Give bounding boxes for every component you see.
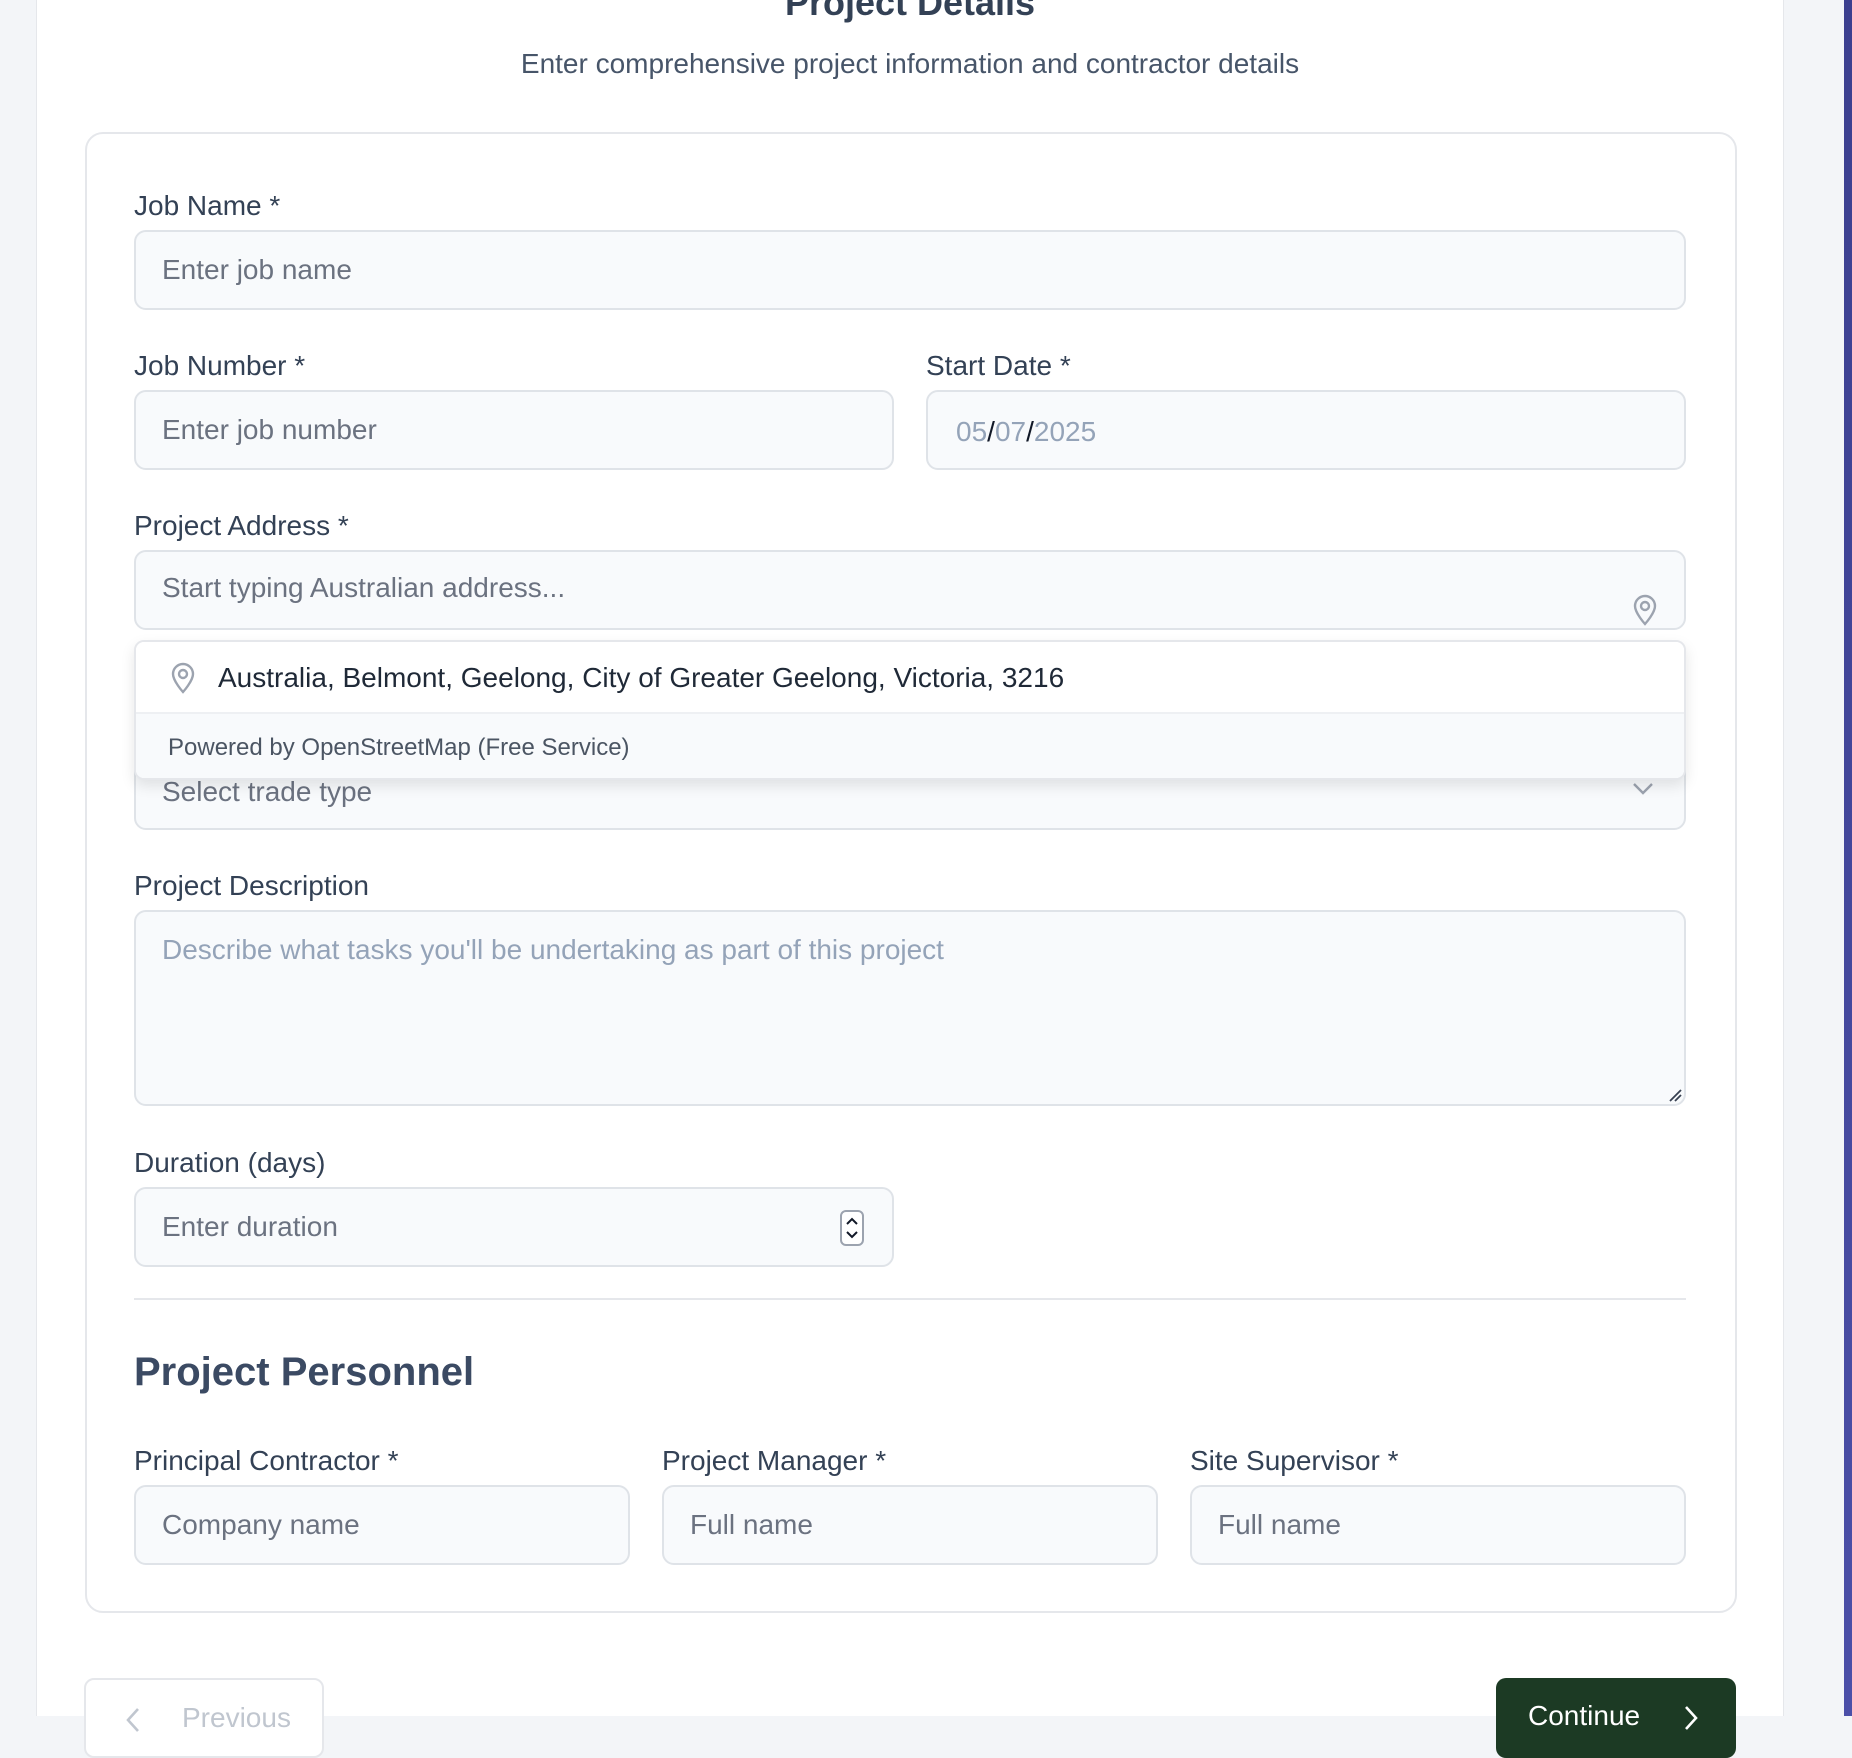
site-supervisor-label: Site Supervisor * <box>1190 1445 1399 1476</box>
continue-button[interactable]: Continue <box>1496 1678 1736 1758</box>
date-day: 05 <box>956 416 988 447</box>
job-number-label: Job Number * <box>134 350 306 381</box>
stepper-arrows-icon <box>846 1217 858 1239</box>
chevron-down-icon <box>1633 783 1653 795</box>
personnel-section-title: Project Personnel <box>134 1350 475 1394</box>
date-separator: / <box>987 416 995 447</box>
job-number-input[interactable] <box>134 390 894 470</box>
address-suggestion-text: Australia, Belmont, Geelong, City of Gre… <box>218 662 1065 693</box>
principal-contractor-input[interactable] <box>134 1485 630 1565</box>
start-date-label: Start Date * <box>926 350 1071 381</box>
osm-attribution: Powered by OpenStreetMap (Free Service) <box>168 734 630 761</box>
map-pin-icon <box>171 662 195 694</box>
window-edge-accent <box>1844 0 1852 1716</box>
project-description-textarea[interactable] <box>134 910 1686 1106</box>
project-manager-input[interactable] <box>662 1485 1158 1565</box>
previous-button[interactable]: Previous <box>84 1678 324 1758</box>
address-suggestions-dropdown: Australia, Belmont, Geelong, City of Gre… <box>134 640 1686 780</box>
address-suggestion-item[interactable]: Australia, Belmont, Geelong, City of Gre… <box>136 642 1684 714</box>
previous-button-label: Previous <box>182 1702 291 1733</box>
site-supervisor-input[interactable] <box>1190 1485 1686 1565</box>
page-title: Project Details <box>784 0 1036 23</box>
project-manager-label: Project Manager * <box>662 1445 887 1476</box>
job-name-input[interactable] <box>134 230 1686 310</box>
map-pin-icon <box>1633 594 1657 626</box>
project-description-label: Project Description <box>134 870 369 901</box>
chevron-right-icon <box>1685 1706 1698 1730</box>
trade-type-placeholder: Select trade type <box>162 776 373 807</box>
page-subtitle: Enter comprehensive project information … <box>520 48 1300 79</box>
dropdown-footer: Powered by OpenStreetMap (Free Service) <box>136 714 1684 778</box>
date-separator: / <box>1026 416 1034 447</box>
duration-label: Duration (days) <box>134 1147 326 1178</box>
principal-contractor-label: Principal Contractor * <box>134 1445 399 1476</box>
date-year: 2025 <box>1033 416 1097 447</box>
section-divider <box>134 1298 1686 1300</box>
job-name-label: Job Name * <box>134 190 281 221</box>
duration-stepper[interactable] <box>840 1210 864 1246</box>
project-address-input[interactable] <box>134 550 1686 630</box>
date-month: 07 <box>994 416 1027 447</box>
start-date-value: 05/07/2025 <box>956 416 1096 448</box>
start-date-input[interactable]: 05/07/2025 <box>926 390 1686 470</box>
continue-button-label: Continue <box>1528 1700 1641 1731</box>
project-address-label: Project Address * <box>134 510 349 541</box>
duration-input[interactable] <box>134 1187 894 1267</box>
chevron-left-icon <box>126 1708 139 1732</box>
resize-handle-icon[interactable] <box>1668 1088 1682 1102</box>
